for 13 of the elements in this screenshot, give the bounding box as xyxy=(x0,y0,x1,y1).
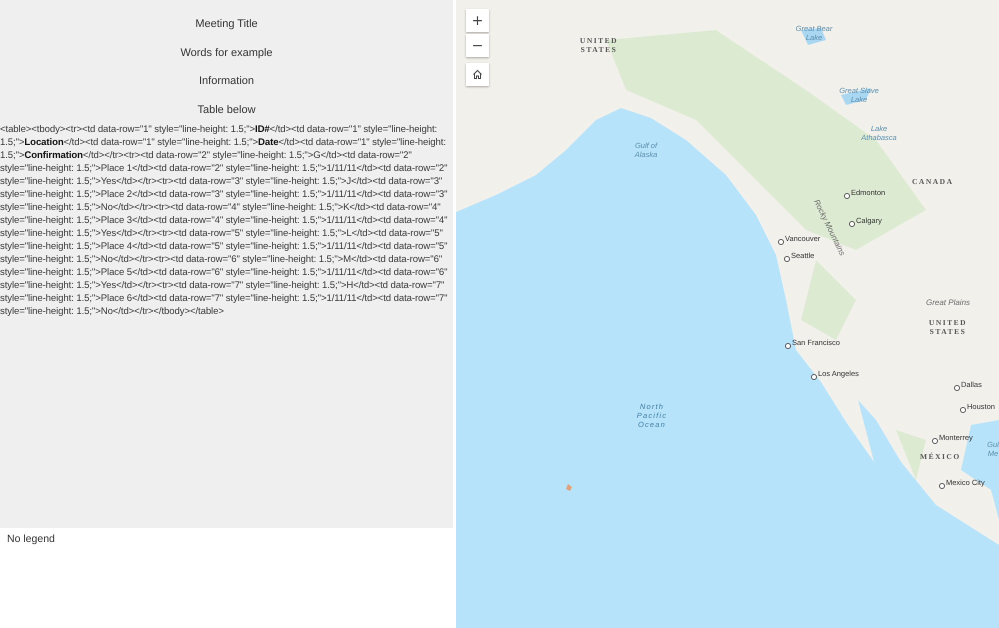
panel-heading: Meeting Title xyxy=(194,17,259,31)
zoom-in-button[interactable]: + xyxy=(466,9,489,32)
home-icon xyxy=(472,69,483,80)
legend-message: No legend xyxy=(7,533,55,545)
region-label: Great Plains xyxy=(926,298,970,307)
panel-heading: Table below xyxy=(196,102,257,116)
html-table-source-text: <table><tbody><tr><td data-row="1" style="line-height: 1.5;">ID#</td><td data-row="1" style="line-height: 1.5;">Location</td><td data-row="1" style="line-height: 1.5;">Date</td><td data-row="1" style="line-height: 1.5;">Confirmation</td></tr><tr><td data-row="2" style="line-height: 1.5;">G</td><td data-row="2" style="line-height: 1.5;">Place 1</td><td data-row="2" style="line-height: 1.5;">1/11/11</td><td data-row="2" style="line-height: 1.5;">Yes</td></tr><tr><td data-row="3" style="line-height: 1.5;">J</td><td data-row="3" style="line-height: 1.5;">Place 2</td><td data-row="3" style="line-height: 1.5;">1/11/11</td><td data-row="3" style="line-height: 1.5;">No</td></tr><tr><td data-row="4" style="line-height: 1.5;">K</td><td data-row="4" style="line-height: 1.5;">Place 3</td><td data-row="4" style="line-height: 1.5;">1/11/11</td><td data-row="4" style="line-height: 1.5;">Yes</td></tr><tr><td data-row="5" style="line-height: 1.5;">L</td><td data-row="5" style="line-height: 1.5;">Place 4</td><td data-row="5" style="line-height: 1.5;">1/11/11</td><td data-row="5" style="line-height: 1.5;">No</td></tr><tr><td data-row="6" style="line-height: 1.5;">M</td><td data-row="6" style="line-height: 1.5;">Place 5</td><td data-row="6" style="line-height: 1.5;">1/11/11</td><td data-row="6" style="line-height: 1.5;">Yes</td></tr><tr><td data-row="7" style="line-height: 1.5;">H</td><td data-row="7" style="line-height: 1.5;">Place 6</td><td data-row="7" style="line-height: 1.5;">1/11/11</td><td data-row="7" style="line-height: 1.5;">No</td></tr></tbody></table> xyxy=(0,123,448,318)
city-dot-icon xyxy=(811,374,817,380)
home-button[interactable] xyxy=(466,63,489,86)
panel-heading: Words for example xyxy=(179,46,274,60)
panel-heading: Information xyxy=(198,74,256,88)
city-dot-icon xyxy=(785,343,791,349)
zoom-out-button[interactable]: − xyxy=(466,34,489,57)
